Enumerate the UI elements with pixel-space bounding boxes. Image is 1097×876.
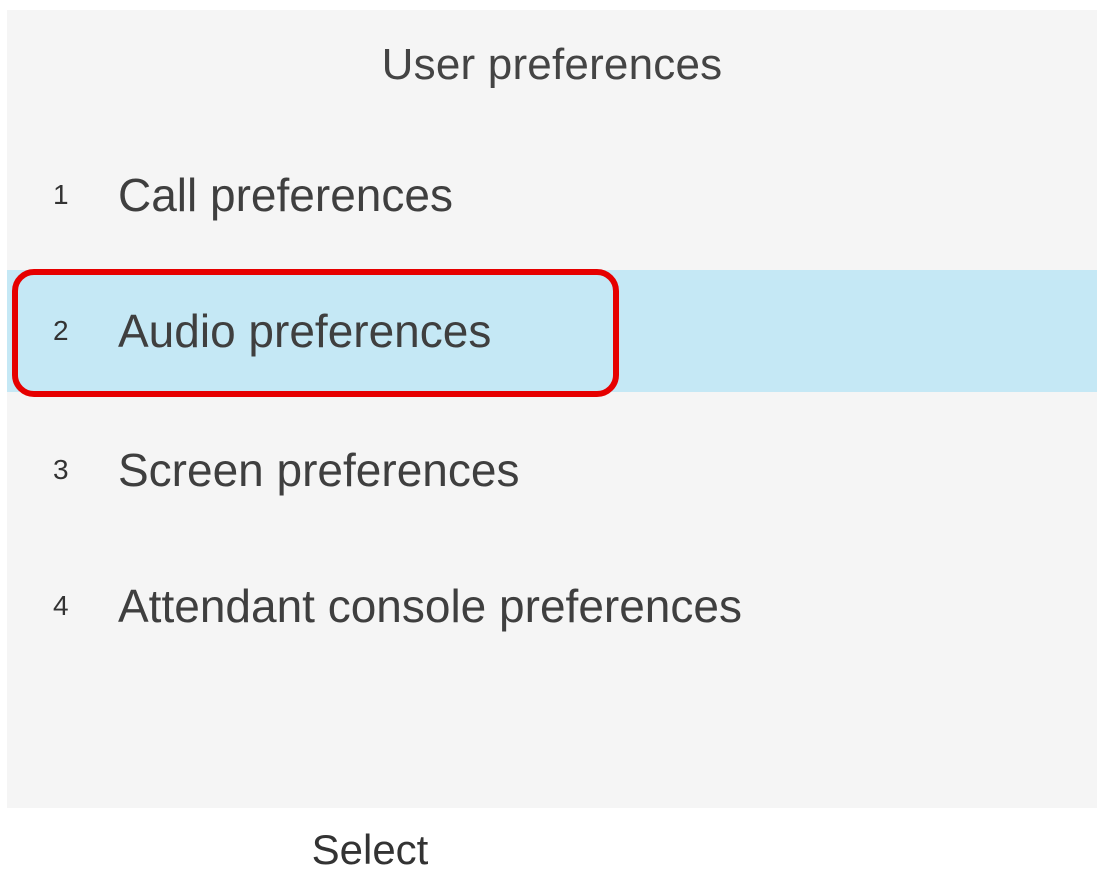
phone-screen: User preferences 1 Call preferences 2 Au… <box>7 10 1097 808</box>
menu-item-label: Attendant console preferences <box>118 580 742 632</box>
menu-item-number: 2 <box>53 315 69 346</box>
menu-item-audio-preferences[interactable]: 2 Audio preferences <box>7 270 1097 392</box>
screen-title: User preferences <box>381 40 723 89</box>
menu-item-number: 1 <box>53 179 69 210</box>
menu-item-number: 3 <box>53 454 69 485</box>
menu-item-label: Screen preferences <box>118 444 520 496</box>
menu-item-attendant-console-preferences[interactable]: 4 Attendant console preferences <box>7 545 1097 667</box>
menu-item-label: Audio preferences <box>118 305 492 357</box>
select-softkey-button[interactable]: Select <box>200 826 540 876</box>
menu-item-screen-preferences[interactable]: 3 Screen preferences <box>7 409 1097 531</box>
menu-item-number: 4 <box>53 590 69 621</box>
menu-item-call-preferences[interactable]: 1 Call preferences <box>7 134 1097 256</box>
menu-item-label: Call preferences <box>118 169 453 221</box>
